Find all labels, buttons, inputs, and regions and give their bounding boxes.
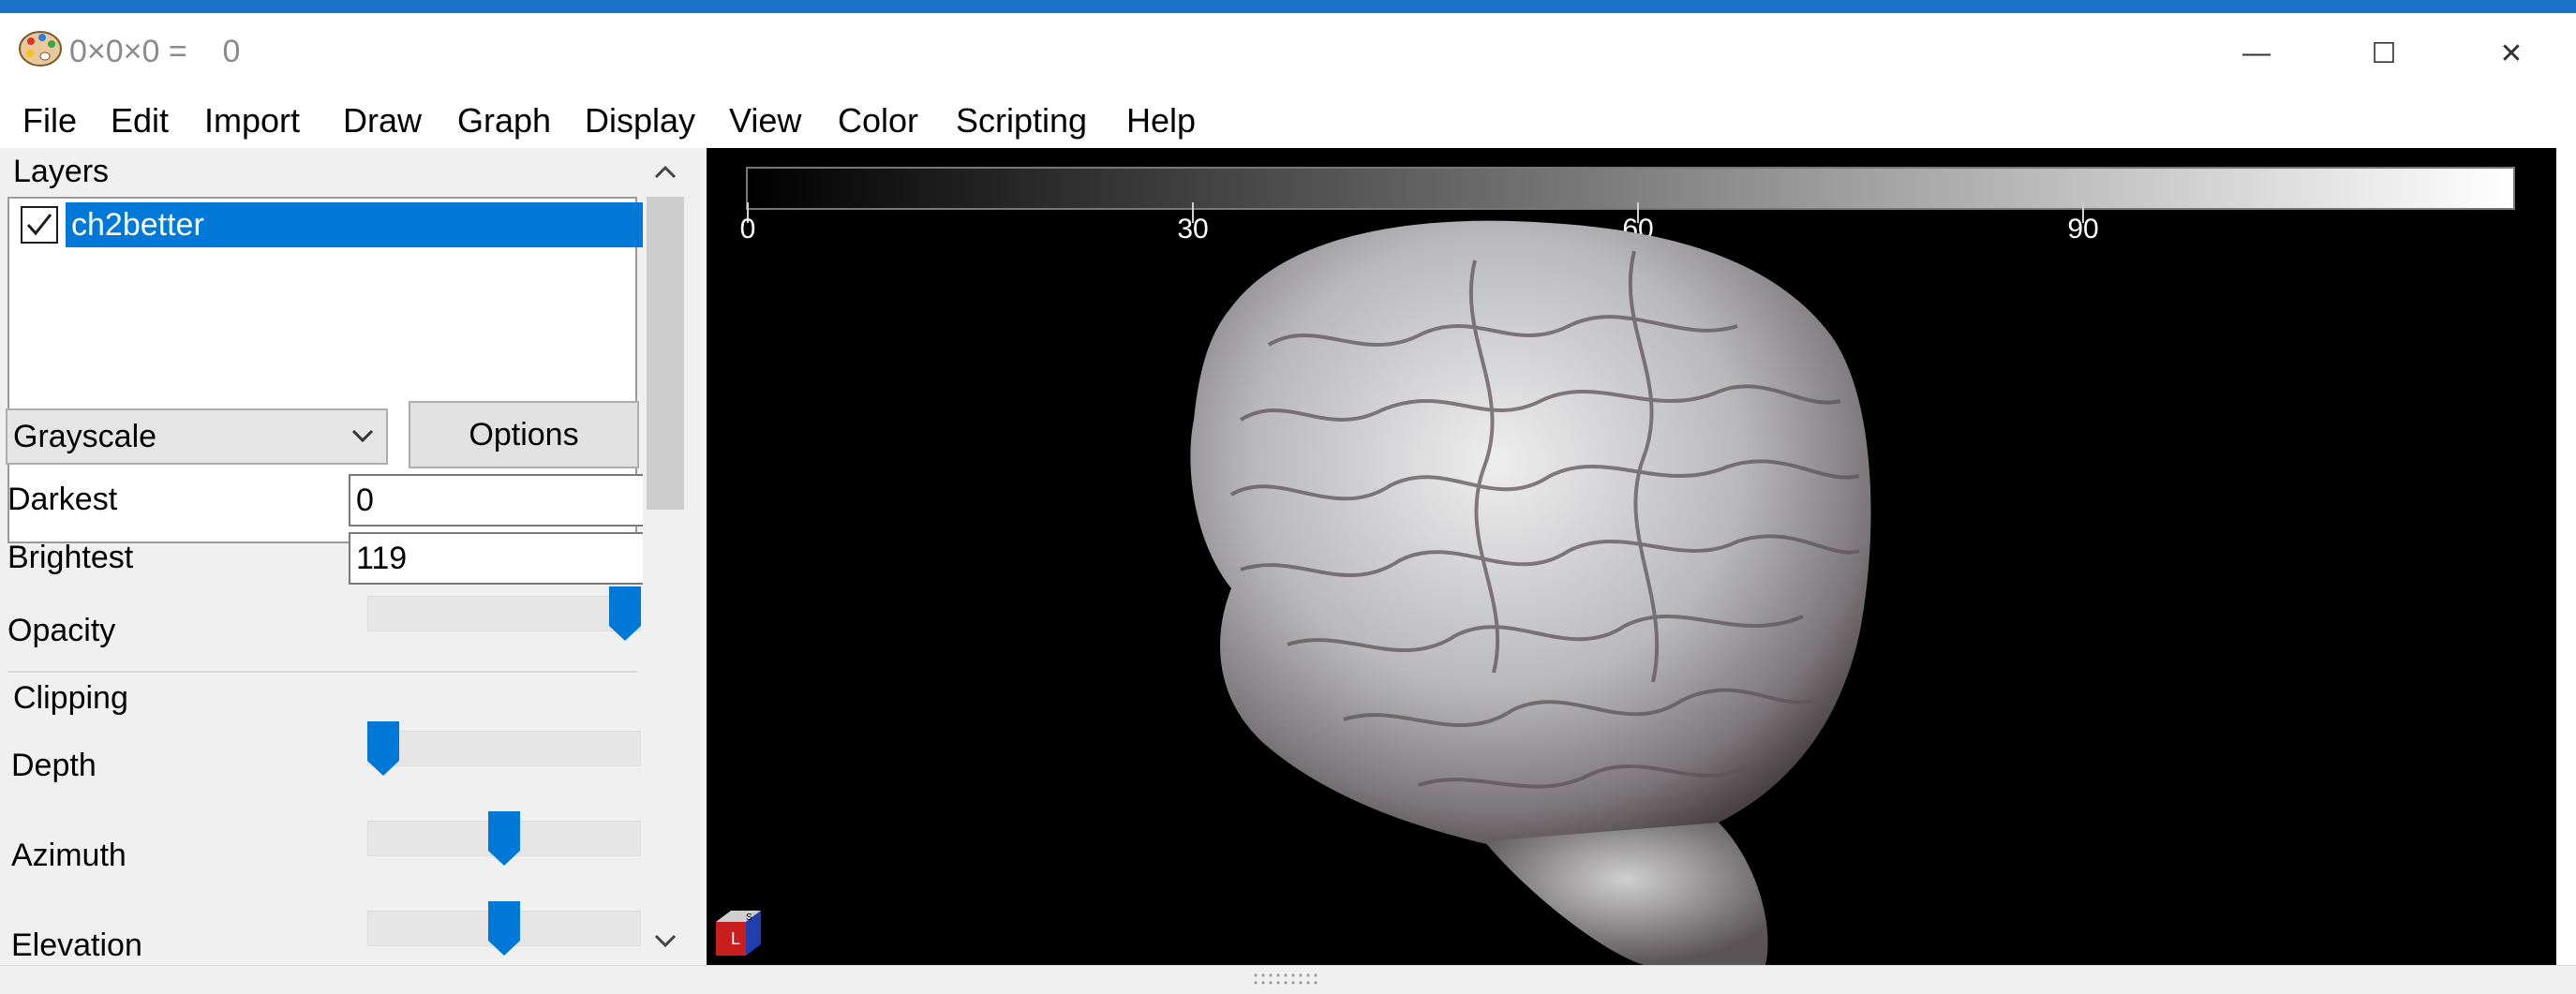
layer-row[interactable]: ch2better (13, 202, 647, 247)
colormap-selected-value: Grayscale (13, 419, 157, 454)
colormap-select[interactable]: Grayscale (6, 408, 388, 465)
menu-help[interactable]: Help (1126, 101, 1196, 141)
section-divider (7, 671, 637, 673)
elevation-label: Elevation (11, 927, 142, 963)
title-accent-strip (0, 0, 2576, 13)
brightest-input[interactable]: 119 (349, 532, 645, 585)
depth-label: Depth (11, 748, 97, 783)
close-icon: ✕ (2499, 37, 2524, 69)
chevron-down-icon[interactable] (647, 922, 684, 959)
menu-view[interactable]: View (729, 101, 801, 141)
panel-scrollbar[interactable] (643, 148, 688, 965)
menu-edit[interactable]: Edit (111, 101, 169, 141)
menu-file[interactable]: File (22, 101, 77, 141)
checkmark-icon (26, 214, 52, 236)
minimize-icon: — (2242, 37, 2271, 68)
chevron-up-icon[interactable] (647, 154, 684, 191)
depth-slider-thumb[interactable] (367, 721, 399, 776)
layers-heading: Layers (13, 154, 110, 189)
opacity-label: Opacity (7, 613, 116, 648)
menu-graph[interactable]: Graph (457, 101, 551, 141)
menu-import[interactable]: Import (204, 101, 300, 141)
clipping-heading: Clipping (13, 680, 128, 716)
svg-text:L: L (731, 929, 740, 948)
darkest-label: Darkest (7, 482, 118, 517)
brain-rendering (1190, 220, 1871, 965)
menu-scripting[interactable]: Scripting (956, 101, 1087, 141)
brightest-label: Brightest (7, 540, 134, 575)
menu-bar: File Edit Import Draw Graph Display View… (0, 94, 2576, 148)
close-button[interactable]: ✕ (2448, 13, 2575, 94)
title-bar (0, 13, 2576, 94)
palette-icon (19, 31, 62, 67)
layer-visible-checkbox[interactable] (21, 206, 58, 244)
layer-control-panel: Layers ch2better Grayscale Options Darke… (0, 148, 708, 965)
options-button[interactable]: Options (409, 401, 639, 468)
chevron-down-icon (350, 410, 375, 481)
layer-name[interactable]: ch2better (66, 202, 647, 247)
splitter-grip[interactable] (1252, 972, 1321, 987)
orientation-cube: L S (716, 911, 761, 956)
menu-draw[interactable]: Draw (343, 101, 422, 141)
elevation-slider-thumb[interactable] (488, 901, 520, 956)
depth-slider-track[interactable] (367, 731, 641, 766)
minimize-button[interactable]: — (2193, 13, 2320, 94)
window-title: 0×0×0 = 0 (69, 34, 241, 69)
opacity-slider-track[interactable] (367, 596, 641, 631)
azimuth-slider-thumb[interactable] (488, 811, 520, 866)
menu-color[interactable]: Color (838, 101, 918, 141)
menu-display[interactable]: Display (585, 101, 695, 141)
maximize-button[interactable]: ☐ (2320, 13, 2448, 94)
svg-text:S: S (746, 912, 752, 923)
background-window-edge (2556, 148, 2576, 965)
opacity-slider-thumb[interactable] (609, 586, 641, 641)
scrollbar-thumb[interactable] (647, 197, 684, 510)
darkest-input[interactable]: 0 (349, 474, 645, 527)
azimuth-label: Azimuth (11, 838, 127, 873)
status-bar (0, 965, 2576, 994)
render-view[interactable]: 0 30 60 90 L S (707, 148, 2556, 965)
maximize-icon: ☐ (2371, 37, 2397, 69)
